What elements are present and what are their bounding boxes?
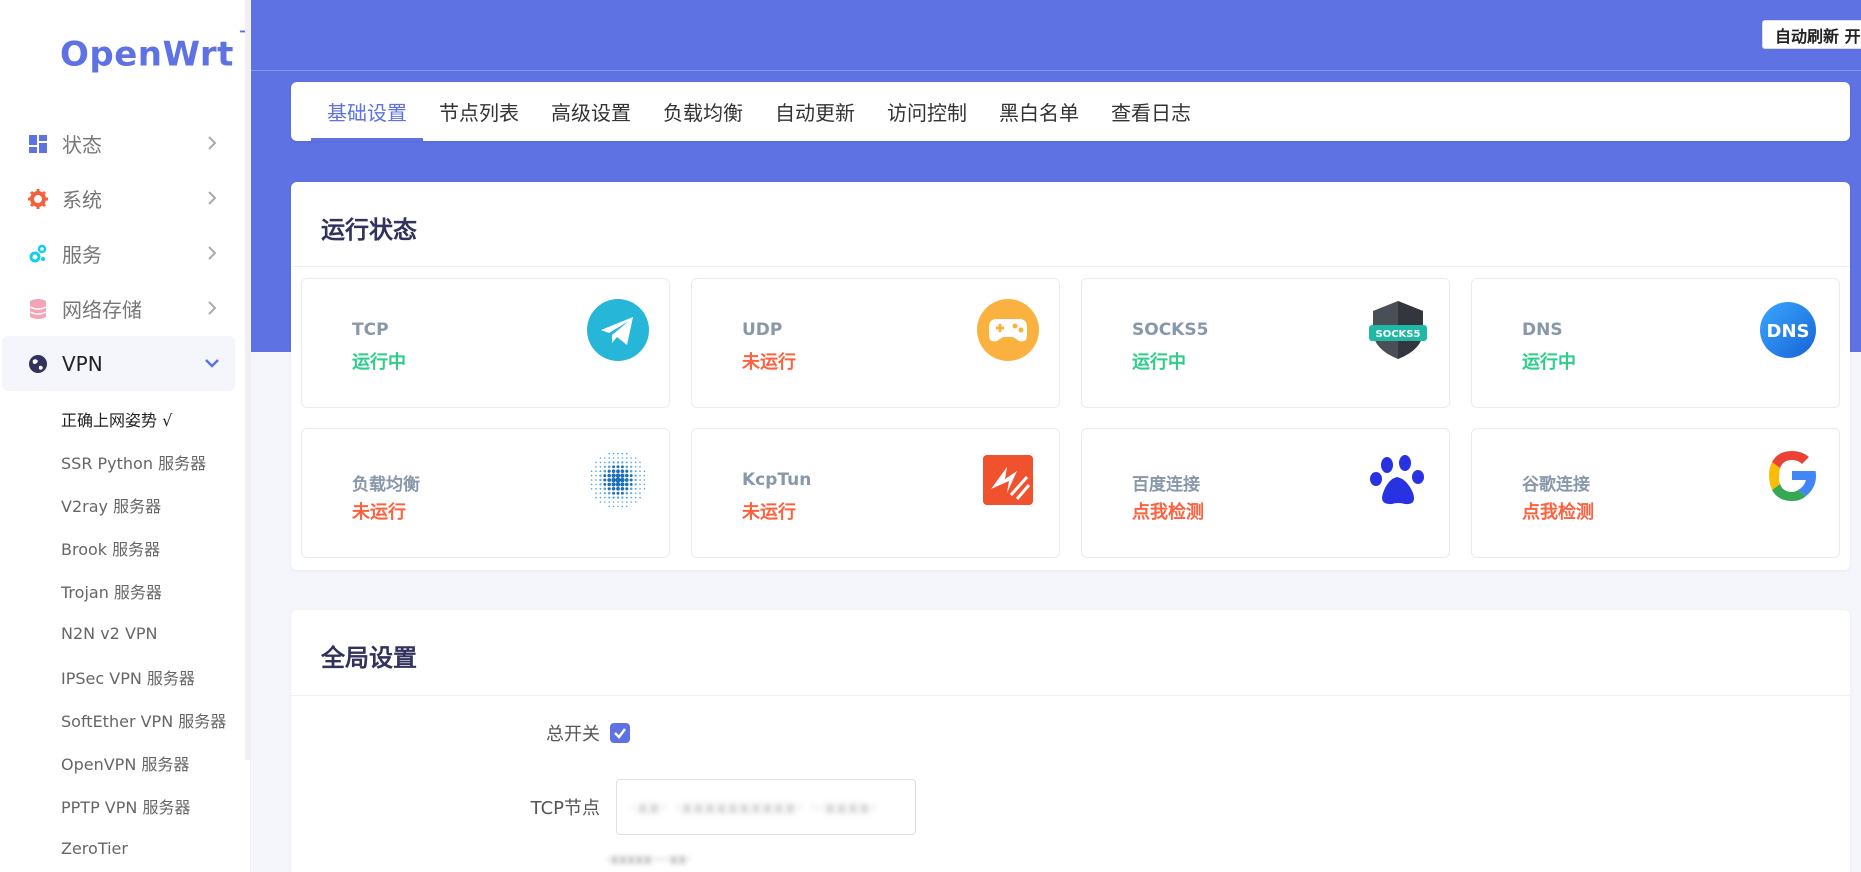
sidebar-subitem-openvpn[interactable]: OpenVPN 服务器 <box>0 741 251 784</box>
sidebar-subitem-zerotier[interactable]: ZeroTier <box>0 827 251 870</box>
sidebar-subitem-passwall[interactable]: 正确上网姿势 √ <box>0 397 251 440</box>
database-icon <box>28 298 48 319</box>
section-title: 运行状态 <box>321 216 417 244</box>
tcp-node-row: TCP节点 ·xx· ·xxxxxxxxxx· ··xxxx· <box>500 779 916 835</box>
chevron-right-icon <box>208 301 217 315</box>
tab-advanced-settings[interactable]: 高级设置 <box>535 82 647 141</box>
gamepad-icon <box>977 299 1039 361</box>
gears-icon <box>28 244 48 264</box>
sidebar-menu: 状态 系统 服务 网络存储 VPN 正确上网姿势 √ SSR Python 服务… <box>0 116 251 870</box>
status-card-load-balance[interactable]: 负载均衡 未运行 <box>301 428 670 558</box>
tcp-node-value: ·xx· ·xxxxxxxxxx· ··xxxx· <box>631 797 879 817</box>
socks5-shield-icon: SOCKS5 <box>1369 301 1427 359</box>
sidebar-subitem-trojan[interactable]: Trojan 服务器 <box>0 569 251 612</box>
status-value: 未运行 <box>742 352 796 373</box>
tab-view-log[interactable]: 查看日志 <box>1095 82 1207 141</box>
tab-node-list[interactable]: 节点列表 <box>423 82 535 141</box>
sidebar-item-label: 状态 <box>62 133 102 157</box>
status-value: 点我检测 <box>1132 502 1204 523</box>
status-label: 负载均衡 <box>352 475 420 495</box>
status-label: KcpTun <box>742 470 812 490</box>
sidebar-subitem-brook[interactable]: Brook 服务器 <box>0 526 251 569</box>
status-value: 运行中 <box>1132 352 1186 373</box>
status-value: 点我检测 <box>1522 502 1594 523</box>
status-label: SOCKS5 <box>1132 320 1209 340</box>
globe-icon <box>28 354 48 374</box>
sidebar-subitem-v2ray[interactable]: V2ray 服务器 <box>0 483 251 526</box>
status-value: 运行中 <box>352 352 406 373</box>
status-label: 百度连接 <box>1132 475 1200 495</box>
sidebar-subitem-ipsec[interactable]: IPSec VPN 服务器 <box>0 655 251 698</box>
status-card-tcp[interactable]: TCP 运行中 <box>301 278 670 408</box>
sidebar-scrollbar[interactable] <box>245 0 251 760</box>
sidebar-item-vpn[interactable]: VPN <box>2 336 235 391</box>
tab-black-white-list[interactable]: 黑白名单 <box>983 82 1095 141</box>
status-label: DNS <box>1522 320 1563 340</box>
running-status-panel: 运行状态 TCP 运行中 UDP 未运行 SOCKS5 运行中 SOCKS5 D… <box>291 182 1850 570</box>
dots-sphere-icon <box>590 452 646 508</box>
status-value: 未运行 <box>352 502 406 523</box>
divider <box>291 695 1850 696</box>
status-value: 运行中 <box>1522 352 1576 373</box>
status-card-udp[interactable]: UDP 未运行 <box>691 278 1060 408</box>
status-value: 未运行 <box>742 502 796 523</box>
master-switch-label: 总开关 <box>546 724 600 745</box>
sidebar-item-status[interactable]: 状态 <box>0 116 251 171</box>
check-icon <box>614 728 626 739</box>
tab-access-control[interactable]: 访问控制 <box>871 82 983 141</box>
sidebar-subitem-pptp[interactable]: PPTP VPN 服务器 <box>0 784 251 827</box>
tcp-node-hint: ·xxxxx····xx· <box>606 852 691 868</box>
sidebar-item-system[interactable]: 系统 <box>0 171 251 226</box>
google-icon <box>1769 451 1816 501</box>
header-divider <box>251 70 1861 71</box>
tab-load-balance[interactable]: 负载均衡 <box>647 82 759 141</box>
dns-icon: DNS <box>1760 302 1816 358</box>
gear-icon <box>28 188 48 209</box>
sidebar-item-label: 服务 <box>62 243 102 267</box>
status-label: 谷歌连接 <box>1522 475 1590 495</box>
section-title: 全局设置 <box>321 644 417 672</box>
socks5-icon-text: SOCKS5 <box>1376 329 1421 340</box>
baidu-paw-icon <box>1370 455 1424 505</box>
chevron-down-icon <box>205 359 219 368</box>
sidebar-item-label: 网络存储 <box>62 298 142 322</box>
status-label: TCP <box>352 320 389 340</box>
dns-icon-text: DNS <box>1767 321 1810 342</box>
chevron-right-icon <box>208 191 217 205</box>
status-card-dns[interactable]: DNS 运行中 DNS <box>1471 278 1840 408</box>
auto-refresh-button[interactable]: 自动刷新 开 <box>1762 20 1861 49</box>
chevron-right-icon <box>208 136 217 150</box>
sidebar-item-label: 系统 <box>62 188 102 212</box>
sidebar-item-label: VPN <box>62 351 103 376</box>
status-card-baidu[interactable]: 百度连接 点我检测 <box>1081 428 1450 558</box>
sidebar-subitem-n2n[interactable]: N2N v2 VPN <box>0 612 251 655</box>
master-switch-checkbox[interactable] <box>610 723 630 743</box>
sidebar-subitem-ssr-python[interactable]: SSR Python 服务器 <box>0 440 251 483</box>
chevron-right-icon <box>208 246 217 260</box>
tab-basic-settings[interactable]: 基础设置 <box>311 82 423 141</box>
status-card-google[interactable]: 谷歌连接 点我检测 <box>1471 428 1840 558</box>
openwrt-logo[interactable]: OpenWrt TM <box>60 28 273 74</box>
sidebar-item-services[interactable]: 服务 <box>0 226 251 281</box>
tcp-node-label: TCP节点 <box>530 798 600 819</box>
sidebar: OpenWrt TM 状态 系统 服务 网络存储 VPN 正确上网姿势 √ SS… <box>0 0 273 872</box>
divider <box>291 266 1850 267</box>
sidebar-item-storage[interactable]: 网络存储 <box>0 281 251 336</box>
tcp-node-select[interactable]: ·xx· ·xxxxxxxxxx· ··xxxx· <box>616 779 916 835</box>
status-label: UDP <box>742 320 783 340</box>
status-card-kcptun[interactable]: KcpTun 未运行 <box>691 428 1060 558</box>
vpn-submenu: 正确上网姿势 √ SSR Python 服务器 V2ray 服务器 Brook … <box>0 391 251 870</box>
status-card-socks5[interactable]: SOCKS5 运行中 SOCKS5 <box>1081 278 1450 408</box>
kcptun-icon <box>983 455 1033 505</box>
telegram-icon <box>587 299 649 361</box>
dashboard-icon <box>28 134 48 154</box>
tab-auto-update[interactable]: 自动更新 <box>759 82 871 141</box>
master-switch-row: 总开关 <box>500 720 630 746</box>
tab-bar: 基础设置 节点列表 高级设置 负载均衡 自动更新 访问控制 黑白名单 查看日志 <box>291 82 1850 141</box>
sidebar-subitem-softether[interactable]: SoftEther VPN 服务器 <box>0 698 251 741</box>
